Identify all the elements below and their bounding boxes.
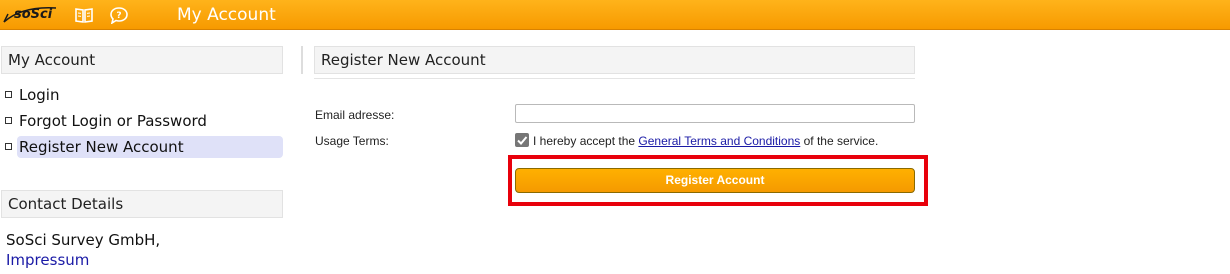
bullet-icon — [5, 143, 12, 150]
main-header: Register New Account — [314, 46, 915, 74]
contact-header: Contact Details — [1, 190, 283, 218]
terms-label: Usage Terms: — [315, 134, 389, 148]
terms-checkbox[interactable] — [515, 133, 529, 147]
terms-link[interactable]: General Terms and Conditions — [638, 134, 800, 148]
sidebar-item-register[interactable]: Register New Account — [5, 136, 285, 162]
sidebar-item-login[interactable]: Login — [5, 84, 285, 110]
sidebar-item-label: Forgot Login or Password — [19, 112, 207, 130]
checkmark-icon — [517, 136, 528, 145]
company-name: SoSci Survey GmbH, — [6, 231, 161, 249]
logo-text: soSci — [14, 7, 53, 22]
terms-suffix: of the service. — [800, 134, 879, 148]
column-divider — [301, 46, 303, 74]
bullet-icon — [5, 91, 12, 98]
svg-text:?: ? — [116, 11, 121, 21]
sidebar-header: My Account — [1, 46, 283, 74]
top-bar: soSci ? My Account — [0, 0, 1230, 30]
contact-details: SoSci Survey GmbH, Impressum — [6, 230, 160, 270]
impressum-link[interactable]: Impressum — [6, 250, 160, 270]
sosci-logo[interactable]: soSci — [2, 4, 58, 26]
email-field[interactable] — [515, 104, 915, 123]
sidebar-nav: Login Forgot Login or Password Register … — [5, 84, 285, 162]
email-label: Email adresse: — [315, 108, 395, 122]
highlight-box — [508, 155, 928, 206]
terms-text: I hereby accept the General Terms and Co… — [533, 134, 878, 148]
help-bubble-icon[interactable]: ? — [109, 6, 129, 24]
sidebar-item-label: Register New Account — [17, 136, 283, 158]
bullet-icon — [5, 117, 12, 124]
sidebar-item-label: Login — [19, 86, 60, 104]
terms-prefix: I hereby accept the — [533, 134, 639, 148]
book-icon[interactable] — [74, 6, 94, 24]
sidebar-item-forgot-login[interactable]: Forgot Login or Password — [5, 110, 285, 136]
page-title: My Account — [177, 5, 276, 25]
header-underline — [314, 78, 915, 79]
